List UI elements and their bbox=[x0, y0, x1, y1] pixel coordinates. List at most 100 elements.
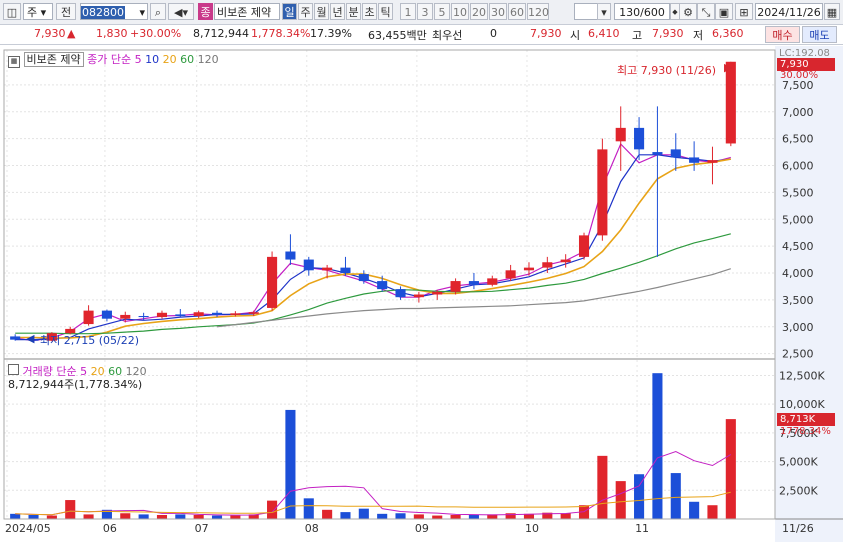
price-tick-9: 7,000 bbox=[782, 106, 814, 119]
period-tab-2[interactable]: 월 bbox=[314, 3, 329, 20]
volume-bar-18 bbox=[340, 512, 351, 519]
sound-icon[interactable]: ◀▾ bbox=[168, 3, 194, 20]
legend-ma20: 20 bbox=[162, 53, 177, 66]
interval-button-60[interactable]: 60 bbox=[508, 3, 526, 20]
high-annotation: 최고 7,930 (11/26) bbox=[617, 64, 717, 77]
high-price: 7,930 bbox=[652, 27, 684, 40]
period-tab-4[interactable]: 분 bbox=[346, 3, 361, 20]
toolbar: ◫ 주 ▾ 전 082800 ▾ ⌕ ◀▾ 종 비보존 제약 일주월년분초틱 1… bbox=[0, 0, 843, 25]
legend-ma5: 5 bbox=[134, 53, 142, 66]
x-label-5: 10 bbox=[525, 522, 539, 535]
market-type-select[interactable]: 주 ▾ bbox=[23, 3, 53, 20]
period-tab-0[interactable]: 일 bbox=[282, 3, 297, 20]
volume-bar-2 bbox=[46, 515, 57, 519]
x-label-6: 11 bbox=[635, 522, 649, 535]
low-annotation: 최저 2,715 (05/22) bbox=[40, 334, 140, 347]
high-arrow-icon: ▶ bbox=[724, 61, 733, 74]
volume-bar-14 bbox=[267, 500, 278, 519]
image-icon[interactable]: ▣ bbox=[715, 3, 733, 20]
low-arrow-icon: ◀ bbox=[26, 332, 35, 345]
sell-button[interactable]: 매도 bbox=[802, 26, 837, 43]
interval-button-10[interactable]: 10 bbox=[451, 3, 469, 20]
volume-tick-0: 2,500K bbox=[779, 484, 818, 497]
x-label-3: 08 bbox=[305, 522, 319, 535]
volume-bar-1 bbox=[28, 514, 39, 519]
legend-ma-label: 종가 단순 bbox=[87, 53, 132, 66]
calendar-icon[interactable]: ▦ bbox=[824, 3, 840, 20]
market-type-value: 주 bbox=[27, 6, 38, 19]
volume-bar-0 bbox=[10, 513, 21, 519]
volume-bar-36 bbox=[670, 473, 681, 519]
interval-button-30[interactable]: 30 bbox=[489, 3, 507, 20]
volume-bar-12 bbox=[230, 515, 241, 519]
volume-bar-6 bbox=[120, 513, 131, 519]
legend-ma10: 10 bbox=[145, 53, 160, 66]
stock-code-value: 082800 bbox=[81, 6, 125, 19]
x-label-4: 09 bbox=[415, 522, 429, 535]
high-label: 고 bbox=[632, 29, 643, 42]
price-tick-6: 5,500 bbox=[782, 186, 814, 199]
period-tab-1[interactable]: 주 bbox=[298, 3, 313, 20]
bar-count-field[interactable]: 130/600 bbox=[614, 3, 670, 20]
price-tick-4: 4,500 bbox=[782, 240, 814, 253]
volume-bar-19 bbox=[358, 508, 369, 519]
volume-bar-15 bbox=[285, 409, 296, 519]
volume-bar-37 bbox=[689, 501, 700, 519]
price-tick-2: 3,500 bbox=[782, 294, 814, 307]
period-tab-6[interactable]: 틱 bbox=[378, 3, 393, 20]
stock-name-field: 비보존 제약 bbox=[214, 3, 280, 20]
low-label: 저 bbox=[693, 29, 704, 42]
volume-bar-25 bbox=[468, 514, 479, 519]
x-label-7: 11/26 bbox=[782, 522, 814, 535]
buy-button[interactable]: 매수 bbox=[765, 26, 800, 43]
volume-bar-20 bbox=[377, 513, 388, 519]
settings-icon[interactable]: ⚙ bbox=[679, 3, 697, 20]
volume-bar-32 bbox=[597, 455, 608, 519]
volume-bar-3 bbox=[65, 500, 76, 519]
volume-bar-4 bbox=[83, 514, 94, 519]
volume-bar-38 bbox=[707, 505, 718, 519]
volume-bar-24 bbox=[450, 514, 461, 519]
chart-tools-icon[interactable]: ⤡ bbox=[697, 3, 715, 20]
volume-bar-33 bbox=[615, 481, 626, 519]
volume-bar-8 bbox=[156, 514, 168, 519]
last-percent-tag: 30.00% bbox=[780, 70, 819, 81]
interval-button-5[interactable]: 5 bbox=[434, 3, 450, 20]
last-volume-tag: 8,713K bbox=[777, 413, 835, 426]
volume-bar-11 bbox=[211, 515, 223, 519]
volume-tick-3: 10,000K bbox=[779, 398, 825, 411]
stock-badge: 종 bbox=[198, 3, 213, 20]
price-tick-5: 5,000 bbox=[782, 213, 814, 226]
legend-menu-icon[interactable]: ▦ bbox=[8, 56, 20, 68]
interval-button-1[interactable]: 1 bbox=[400, 3, 416, 20]
volume-detail: 8,712,944주(1,778.34%) bbox=[8, 378, 143, 391]
volume-bar-21 bbox=[395, 513, 406, 519]
stock-code-input[interactable]: 082800 ▾ bbox=[80, 3, 148, 20]
stock-chart[interactable]: 2,500 3,000 3,500 4,000 4,500 5,000 5,500 6,000… bbox=[0, 46, 843, 542]
best-value: 0 bbox=[490, 27, 497, 40]
spin-down-icon[interactable]: ▾ bbox=[597, 3, 611, 20]
candle-31 bbox=[578, 232, 590, 260]
volume-legend-menu-icon[interactable] bbox=[8, 364, 19, 375]
date-field[interactable]: 2024/11/26 bbox=[755, 3, 823, 20]
volume-bar-23 bbox=[432, 515, 443, 519]
volume-bar-39 bbox=[725, 419, 736, 519]
period-tab-3[interactable]: 년 bbox=[330, 3, 345, 20]
volume-bar-22 bbox=[413, 514, 424, 519]
pin-icon[interactable]: ⊞ bbox=[735, 3, 753, 20]
period-mode-button[interactable]: 전 bbox=[56, 3, 76, 20]
volume-value: 8,712,944 bbox=[193, 27, 249, 40]
chart-menu-icon[interactable]: ◫ bbox=[3, 3, 21, 20]
volume-bar-17 bbox=[322, 509, 333, 519]
volume-tick-1: 5,000K bbox=[779, 456, 818, 469]
period-tab-5[interactable]: 초 bbox=[362, 3, 377, 20]
interval-button-3[interactable]: 3 bbox=[417, 3, 433, 20]
interval-button-20[interactable]: 20 bbox=[470, 3, 488, 20]
volume-bar-30 bbox=[560, 513, 571, 519]
legend-stock-name: 비보존 제약 bbox=[23, 52, 84, 67]
search-icon[interactable]: ⌕ bbox=[150, 3, 166, 20]
interval-button-120[interactable]: 120 bbox=[527, 3, 549, 20]
candle-39 bbox=[725, 61, 736, 147]
volume-bar-9 bbox=[175, 514, 186, 519]
turnover-rate: 17.39% bbox=[310, 27, 352, 40]
